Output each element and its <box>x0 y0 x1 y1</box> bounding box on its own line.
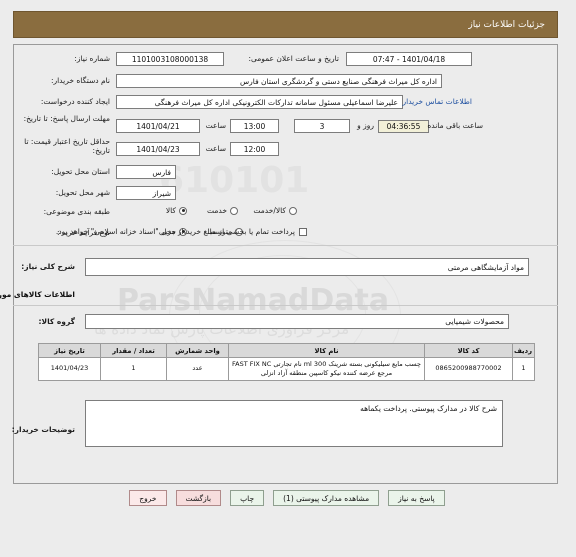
remaining-word-wrap: ساعت باقی مانده <box>428 121 484 130</box>
remaining-days-word: روز و <box>358 121 375 130</box>
classification-option-0-label: کالا <box>166 206 177 215</box>
classification-option-goods-service[interactable]: کالا/خدمت <box>254 206 298 215</box>
back-button[interactable]: بازگشت <box>176 490 223 506</box>
price-validity-time-label-wrap: ساعت <box>207 144 227 153</box>
buyer-org-label: نام دستگاه خریدار: <box>51 76 111 85</box>
exit-button[interactable]: خروج <box>130 490 168 506</box>
col-row-no: ردیف <box>513 343 536 358</box>
cell-quantity: 1 <box>101 357 168 381</box>
treasury-checkbox-label: پرداخت تمام یا بخشی از مبلغ خرید،از محل … <box>56 227 296 236</box>
view-attached-documents-button[interactable]: مشاهده مدارک پیوستی (1) <box>274 490 381 506</box>
goods-table-header-row: ردیف کد کالا نام کالا واحد شمارش تعداد /… <box>39 343 536 358</box>
province-value: فارس <box>117 165 177 179</box>
creator-value: علیرضا اسماعیلی مسئول سامانه تدارکات الک… <box>117 95 404 109</box>
col-unit: واحد شمارش <box>167 343 230 358</box>
need-summary-label-wrap: شرح کلی نیاز: <box>22 262 76 271</box>
treasury-checkbox-icon[interactable] <box>300 227 308 236</box>
cell-name: چسب مایع سیلیکونی بسته شرینک 300 ml نام … <box>229 357 426 381</box>
classification-label: طبقه بندی موضوعی: <box>44 207 111 216</box>
buyer-org-label-wrap: نام دستگاه خریدار: <box>52 76 111 85</box>
reply-deadline-time-label-wrap: ساعت <box>207 121 227 130</box>
city-label: شهر محل تحویل: <box>56 188 111 197</box>
goods-section-title: اطلاعات کالاهای مورد نیاز <box>0 290 76 299</box>
reply-deadline-date: 1401/04/21 <box>117 119 201 133</box>
radio-goods-service-icon[interactable] <box>290 206 298 215</box>
goods-group-label-wrap: گروه کالا: <box>40 317 77 326</box>
price-validity-time-label: ساعت <box>206 144 227 153</box>
public-announce-label: تاریخ و ساعت اعلان عمومی: <box>249 54 340 63</box>
goods-group-label: گروه کالا: <box>39 317 77 326</box>
divider-top <box>14 245 559 246</box>
radio-goods-icon[interactable] <box>180 206 188 215</box>
cell-need-date: 1401/04/23 <box>39 357 102 381</box>
need-number-value: 1101003108000138 <box>117 52 225 66</box>
classification-label-wrap: طبقه بندی موضوعی: <box>45 207 111 216</box>
treasury-checkbox-row[interactable]: پرداخت تمام یا بخشی از مبلغ خرید،از محل … <box>57 227 308 236</box>
creator-label-wrap: ایجاد کننده درخواست: <box>42 97 111 106</box>
cell-row-no: 1 <box>513 357 536 381</box>
reply-deadline-label: مهلت ارسال پاسخ: تا تاریخ: <box>24 114 111 123</box>
buyer-notes-textarea[interactable]: شرح کالا در مدارک پیوستی. پرداخت یکماهه <box>86 400 504 447</box>
need-summary-value: مواد آزمایشگاهی مرمتی <box>86 258 530 276</box>
classification-option-goods[interactable]: کالا <box>167 206 188 215</box>
need-details-page: 610101 ParsNamadData مرکز فراوری اطلاعات… <box>0 0 576 557</box>
col-code: کد کالا <box>425 343 514 358</box>
remaining-days-value: 3 <box>295 119 351 133</box>
goods-section-title-wrap: اطلاعات کالاهای مورد نیاز <box>0 290 76 299</box>
price-validity-label-wrap: حداقل تاریخ اعتبار قیمت: تا تاریخ: <box>15 137 111 156</box>
public-announce-label-wrap: تاریخ و ساعت اعلان عمومی: <box>249 54 340 63</box>
cell-code: 0865200988770002 <box>425 357 514 381</box>
goods-table: ردیف کد کالا نام کالا واحد شمارش تعداد /… <box>39 343 536 381</box>
need-number-label: شماره نیاز: <box>75 54 111 63</box>
remaining-label: ساعت باقی مانده <box>428 121 484 130</box>
radio-service-icon[interactable] <box>231 206 239 215</box>
classification-option-1-label: خدمت <box>208 206 228 215</box>
province-label-wrap: استان محل تحویل: <box>52 167 111 176</box>
footer-button-bar: پاسخ به نیاز مشاهده مدارک پیوستی (1) چاپ… <box>0 490 576 506</box>
need-summary-label: شرح کلی نیاز: <box>22 262 76 271</box>
divider-goods <box>14 305 559 306</box>
window-title-bar: جزئیات اطلاعات نیاز <box>14 11 559 38</box>
buyer-org-value: اداره کل میراث فرهنگی صنایع دستی و گردشگ… <box>117 74 443 88</box>
field-need-number: شماره نیاز: <box>75 54 111 63</box>
price-validity-date: 1401/04/23 <box>117 142 201 156</box>
table-row: 1 0865200988770002 چسب مایع سیلیکونی بست… <box>39 357 536 381</box>
remaining-clock: 04:36:55 <box>379 120 430 133</box>
creator-label: ایجاد کننده درخواست: <box>41 97 111 106</box>
buyer-contact-link-wrap[interactable]: اطلاعات تماس خریدار <box>404 97 474 106</box>
reply-deadline-time-label: ساعت <box>206 121 227 130</box>
price-validity-label: حداقل تاریخ اعتبار قیمت: تا تاریخ: <box>25 137 111 156</box>
buyer-notes-label-wrap: توضیحات خریدار: <box>13 425 76 434</box>
print-button[interactable]: چاپ <box>231 490 266 506</box>
city-value: شیراز <box>117 186 177 200</box>
buyer-contact-link[interactable]: اطلاعات تماس خریدار <box>404 97 474 106</box>
goods-group-value: محصولات شیمیایی <box>86 314 510 329</box>
remaining-days-word-wrap: روز و <box>358 121 375 130</box>
col-name: نام کالا <box>229 343 426 358</box>
cell-unit: عدد <box>167 357 230 381</box>
public-announce-value: 1401/04/18 - 07:47 <box>347 52 473 66</box>
page-title: جزئیات اطلاعات نیاز <box>469 19 546 30</box>
col-need-date: تاریخ نیاز <box>39 343 102 358</box>
province-label: استان محل تحویل: <box>52 167 111 176</box>
price-validity-time: 12:00 <box>231 142 280 156</box>
col-quantity: تعداد / مقدار <box>101 343 168 358</box>
respond-to-need-button[interactable]: پاسخ به نیاز <box>389 490 446 506</box>
city-label-wrap: شهر محل تحویل: <box>57 188 111 197</box>
buyer-notes-label: توضیحات خریدار: <box>12 425 76 434</box>
reply-deadline-label-wrap: مهلت ارسال پاسخ: تا تاریخ: <box>15 114 111 123</box>
classification-option-2-label: کالا/خدمت <box>254 206 287 215</box>
reply-deadline-time: 13:00 <box>231 119 280 133</box>
classification-option-service[interactable]: خدمت <box>208 206 239 215</box>
